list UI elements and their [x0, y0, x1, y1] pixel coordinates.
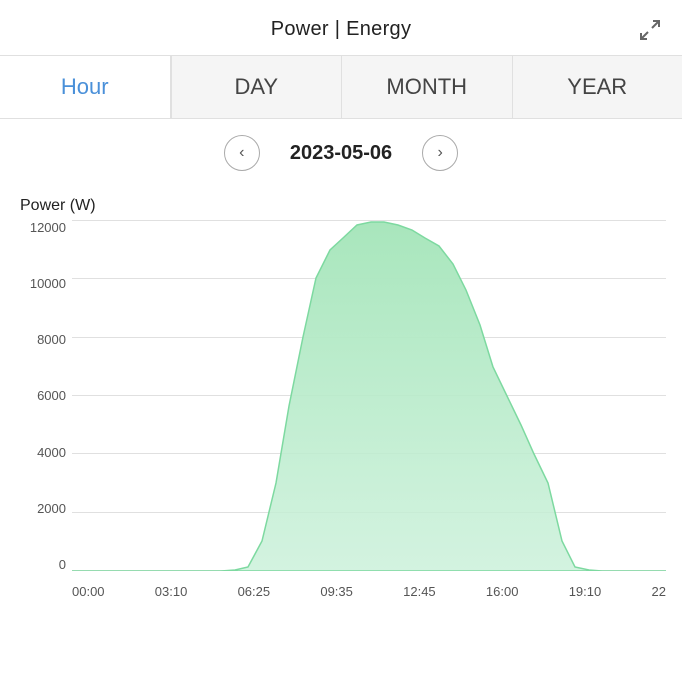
- x-tick-1245: 12:45: [403, 584, 436, 599]
- x-tick-1910: 19:10: [569, 584, 602, 599]
- current-date: 2023-05-06: [290, 142, 392, 165]
- x-tick-0000: 00:00: [72, 584, 105, 599]
- y-tick-4000: 4000: [37, 446, 66, 459]
- tabs-bar: Hour DAY MONTH YEAR: [0, 55, 682, 119]
- x-tick-22: 22: [651, 584, 665, 599]
- tab-year[interactable]: YEAR: [512, 56, 682, 118]
- power-chart: [72, 221, 666, 571]
- tab-hour[interactable]: Hour: [0, 56, 171, 118]
- prev-date-button[interactable]: ‹: [224, 135, 260, 171]
- chart-container: 0 2000 4000 6000 8000 10000 12000: [16, 221, 666, 601]
- x-tick-0935: 09:35: [320, 584, 353, 599]
- y-tick-2000: 2000: [37, 502, 66, 515]
- x-tick-1600: 16:00: [486, 584, 519, 599]
- x-tick-0625: 06:25: [238, 584, 271, 599]
- page-title: Power | Energy: [271, 18, 412, 41]
- date-navigation: ‹ 2023-05-06 ›: [0, 119, 682, 187]
- expand-icon[interactable]: [638, 18, 662, 42]
- y-axis: 0 2000 4000 6000 8000 10000 12000: [16, 221, 72, 571]
- y-tick-0: 0: [59, 558, 66, 571]
- y-tick-10000: 10000: [30, 277, 66, 290]
- tab-month[interactable]: MONTH: [341, 56, 512, 118]
- next-date-button[interactable]: ›: [422, 135, 458, 171]
- header: Power | Energy: [0, 0, 682, 55]
- chart-y-label: Power (W): [20, 197, 666, 215]
- y-tick-12000: 12000: [30, 221, 66, 234]
- chart-inner: [72, 221, 666, 571]
- y-tick-6000: 6000: [37, 389, 66, 402]
- x-axis: 00:00 03:10 06:25 09:35 12:45 16:00 19:1…: [72, 571, 666, 601]
- x-tick-0310: 03:10: [155, 584, 188, 599]
- tab-day[interactable]: DAY: [171, 56, 342, 118]
- y-tick-8000: 8000: [37, 333, 66, 346]
- chart-section: Power (W) 0 2000 4000 6000 8000 10000 12…: [0, 187, 682, 601]
